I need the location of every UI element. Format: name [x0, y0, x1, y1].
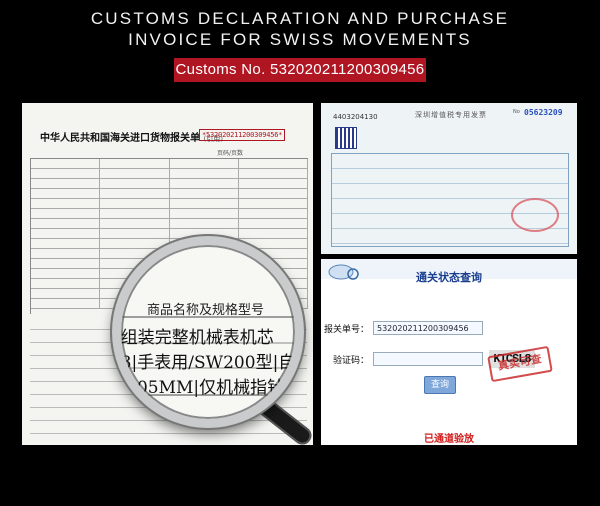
title-line-2: INVOICE FOR SWISS MOVEMENTS — [128, 30, 472, 49]
declaration-number-label: 报关单号： — [323, 324, 369, 335]
clearance-query-panel: 通关状态查询 报关单号： 532020211200309456 验证码： KTC… — [321, 259, 577, 445]
clearance-status-text: 已通道验放 — [424, 434, 474, 445]
form-heading-text: 中华人民共和国海关进口货物报关单 — [40, 133, 200, 144]
captcha-input[interactable] — [373, 352, 483, 366]
customs-number-badge: Customs No. 532020211200309456 — [174, 58, 426, 82]
invoice-code: 4403204130 — [333, 113, 378, 121]
form-number: *532020211200309456* — [199, 129, 286, 141]
form-heading: 中华人民共和国海关进口货物报关单 (引用) — [40, 129, 223, 144]
magnifier-line-3: |5.05MM|仅机械指针式| — [115, 378, 304, 398]
captcha-row: 验证码： — [321, 351, 483, 367]
invoice-number-label: No — [513, 109, 520, 115]
qr-code-icon — [335, 127, 357, 149]
invoice-panel: 4403204130 深圳增值税专用发票 No 05623209 — [321, 103, 577, 254]
declaration-number-input[interactable]: 532020211200309456 — [373, 321, 483, 335]
magnifier-line-2: |3|手表用/SW200型|自动 — [115, 353, 304, 373]
magnifier-lens: 商品名称及规格型号 |组装完整机械表机芯 |3|手表用/SW200型|自动 |5… — [112, 236, 304, 428]
query-title: 通关状态查询 — [416, 271, 482, 284]
query-button[interactable]: 查询 — [424, 376, 456, 394]
invoice-title: 深圳增值税专用发票 — [415, 111, 487, 119]
title-line-1: CUSTOMS DECLARATION AND PURCHASE — [90, 9, 510, 28]
magnifier-line-1: |组装完整机械表机芯 — [115, 328, 274, 348]
form-subtitle: 页码/页数 — [217, 150, 244, 157]
magnifier-label: 商品名称及规格型号 — [147, 303, 265, 318]
invoice-seal — [511, 198, 559, 232]
page-title: CUSTOMS DECLARATION AND PURCHASE INVOICE… — [0, 8, 600, 50]
declaration-number-row: 报关单号： 532020211200309456 — [321, 320, 483, 336]
captcha-label: 验证码： — [332, 355, 369, 366]
invoice-number: 05623209 — [524, 108, 563, 117]
